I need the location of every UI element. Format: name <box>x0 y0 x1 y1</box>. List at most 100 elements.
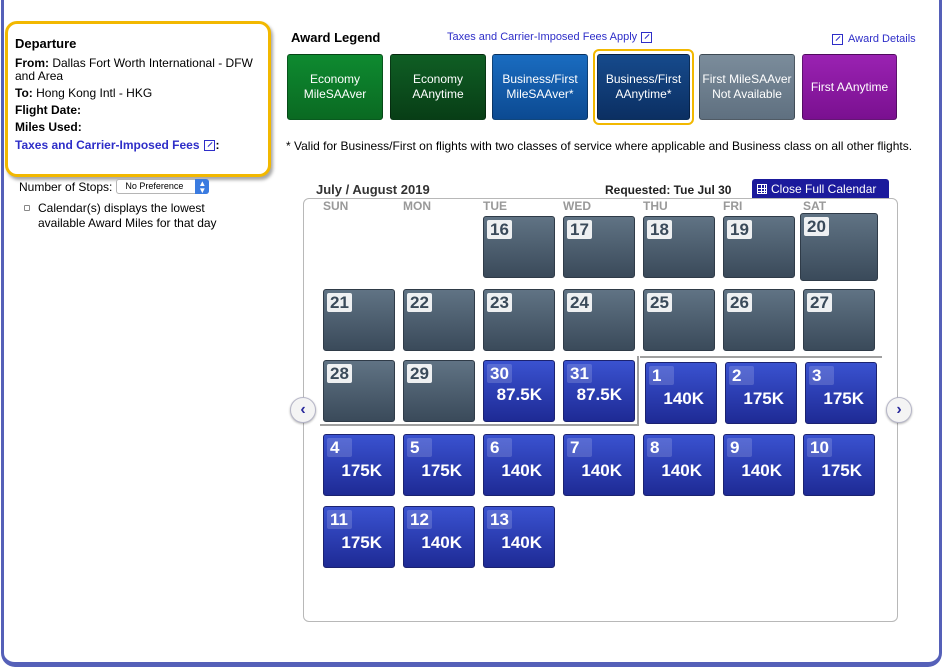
calendar-day[interactable]: 9 140K <box>723 434 795 496</box>
day-number: 27 <box>807 293 832 312</box>
calendar-day: 23 <box>483 289 555 351</box>
day-number: 2 <box>729 366 754 385</box>
award-details-link[interactable]: Award Details <box>832 33 916 45</box>
month-divider <box>637 356 639 426</box>
bullet-icon <box>24 205 30 211</box>
day-miles: 140K <box>661 461 702 480</box>
day-number: 29 <box>407 364 432 383</box>
flight-date-row: Flight Date: <box>15 104 260 117</box>
taxes-apply-text[interactable]: Taxes and Carrier-Imposed Fees Apply <box>447 31 637 43</box>
calendar-day: 19 <box>723 216 795 278</box>
legend-economy-aanytime[interactable]: Economy AAnytime <box>390 54 486 120</box>
external-link-icon[interactable] <box>203 139 215 151</box>
day-number: 9 <box>727 438 752 457</box>
calendar-day[interactable]: 11 175K <box>323 506 395 568</box>
stops-selected-value: No Preference <box>125 181 184 191</box>
month-divider <box>320 424 639 426</box>
legend-economy-milesaaver[interactable]: Economy MileSAAver <box>287 54 383 120</box>
calendar-day: 28 <box>323 360 395 422</box>
calendar-day: 22 <box>403 289 475 351</box>
day-number: 12 <box>407 510 432 529</box>
calendar-day[interactable]: 13 140K <box>483 506 555 568</box>
calendar-day[interactable]: 2 175K <box>725 362 797 424</box>
day-number: 26 <box>727 293 752 312</box>
day-number: 7 <box>567 438 592 457</box>
dow-sun: SUN <box>323 199 349 213</box>
day-number: 24 <box>567 293 592 312</box>
award-details-text[interactable]: Award Details <box>848 33 916 45</box>
calendar-day[interactable]: 10 175K <box>803 434 875 496</box>
day-number: 11 <box>327 510 352 529</box>
day-number: 30 <box>487 364 512 383</box>
dow-wed: WED <box>563 199 591 213</box>
day-number: 4 <box>327 438 352 457</box>
stops-label: Number of Stops: <box>19 179 113 194</box>
calendar-day: 24 <box>563 289 635 351</box>
day-miles: 140K <box>501 533 542 552</box>
calendar-day[interactable]: 30 87.5K <box>483 360 555 422</box>
day-miles: 175K <box>743 389 784 408</box>
day-miles: 87.5K <box>496 385 542 404</box>
calendar-day[interactable]: 1 140K <box>645 362 717 424</box>
calendar-day: 25 <box>643 289 715 351</box>
calendar-day[interactable]: 3 175K <box>805 362 877 424</box>
calendar-day[interactable]: 8 140K <box>643 434 715 496</box>
calendar-day[interactable]: 6 140K <box>483 434 555 496</box>
day-number: 22 <box>407 293 432 312</box>
dow-mon: MON <box>403 199 431 213</box>
day-number: 1 <box>649 366 674 385</box>
legend-business-first-milesaaver[interactable]: Business/First MileSAAver* <box>492 54 588 120</box>
calendar-grid-icon <box>757 183 767 194</box>
day-miles: 175K <box>823 389 864 408</box>
month-divider <box>640 356 882 358</box>
taxes-fees-link[interactable]: Taxes and Carrier-Imposed Fees <box>15 138 200 152</box>
taxes-fees-row: Taxes and Carrier-Imposed Fees : <box>15 138 260 152</box>
calendar-day[interactable]: 7 140K <box>563 434 635 496</box>
stops-select[interactable]: No Preference ▲ ▼ <box>116 179 210 195</box>
calendar-day[interactable]: 4 175K <box>323 434 395 496</box>
day-number: 20 <box>804 217 829 236</box>
day-number: 19 <box>727 220 752 239</box>
day-number: 21 <box>327 293 352 312</box>
close-full-calendar-label[interactable]: Close Full Calendar <box>771 182 876 196</box>
external-link-icon[interactable] <box>641 31 653 43</box>
legend-first-aanytime[interactable]: First AAnytime <box>802 54 897 120</box>
calendar-note: Calendar(s) displays the lowest availabl… <box>24 201 254 231</box>
day-number: 6 <box>487 438 512 457</box>
close-full-calendar-button[interactable]: Close Full Calendar <box>752 179 889 198</box>
day-number: 31 <box>567 364 592 383</box>
day-miles: 140K <box>581 461 622 480</box>
dow-sat: SAT <box>803 199 827 213</box>
calendar-day: 20 <box>800 213 878 281</box>
to-value: Hong Kong Intl - HKG <box>36 86 153 100</box>
day-miles: 175K <box>821 461 862 480</box>
from-row: From: Dallas Fort Worth International - … <box>15 57 260 83</box>
day-number: 8 <box>647 438 672 457</box>
day-number: 28 <box>327 364 352 383</box>
calendar-day: 18 <box>643 216 715 278</box>
calendar-day[interactable]: 5 175K <box>403 434 475 496</box>
day-number: 18 <box>647 220 672 239</box>
previous-week-button[interactable]: ‹ <box>290 397 316 423</box>
calendar-day: 16 <box>483 216 555 278</box>
day-miles: 140K <box>663 389 704 408</box>
taxes-apply-link[interactable]: Taxes and Carrier-Imposed Fees Apply <box>447 31 653 43</box>
external-link-icon[interactable] <box>832 33 843 45</box>
requested-date: Requested: Tue Jul 30 <box>605 183 732 197</box>
dow-tue: TUE <box>483 199 507 213</box>
dow-fri: FRI <box>723 199 743 213</box>
legend-footnote: * Valid for Business/First on flights wi… <box>286 139 913 153</box>
calendar-day: 26 <box>723 289 795 351</box>
day-number: 25 <box>647 293 672 312</box>
day-miles: 87.5K <box>576 385 622 404</box>
day-number: 10 <box>807 438 832 457</box>
legend-business-first-aanytime[interactable]: Business/First AAnytime* <box>597 54 690 120</box>
day-number: 16 <box>487 220 512 239</box>
calendar-day[interactable]: 31 87.5K <box>563 360 635 422</box>
from-value: Dallas Fort Worth International - DFW an… <box>15 56 253 83</box>
day-number: 17 <box>567 220 592 239</box>
day-miles: 175K <box>421 461 462 480</box>
next-week-button[interactable]: › <box>886 397 912 423</box>
chevron-right-icon: › <box>896 401 902 418</box>
calendar-day[interactable]: 12 140K <box>403 506 475 568</box>
